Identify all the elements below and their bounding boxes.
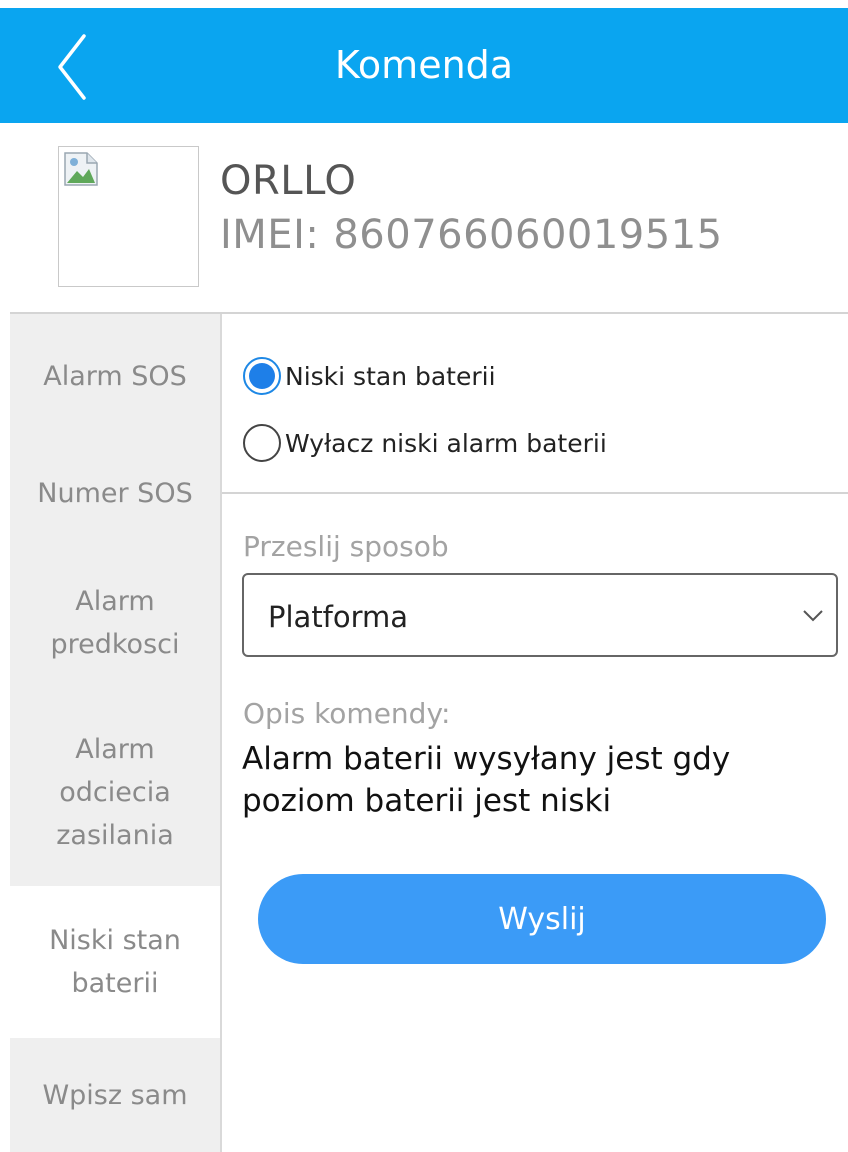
radio-unchecked-icon[interactable] [243, 424, 281, 462]
chevron-down-icon [803, 610, 823, 622]
option-label: Niski stan baterii [285, 361, 496, 391]
back-button[interactable] [48, 30, 108, 105]
sidebar-item-alarm-sos[interactable]: Alarm SOS [10, 314, 220, 438]
device-name: ORLLO [220, 158, 357, 204]
app-header: Komenda [0, 8, 848, 123]
option-label: Wyłacz niski alarm baterii [285, 428, 607, 458]
command-screen: Komenda ORLLO IMEI: 860766060019515 Alarm… [0, 0, 848, 1152]
send-method-value: Platforma [268, 600, 409, 634]
option-low-battery[interactable]: Niski stan baterii [243, 357, 496, 395]
broken-image-icon [64, 152, 98, 186]
sidebar-item-alarm-odciecia-zasilania[interactable]: Alarm odciecia zasilania [10, 698, 220, 886]
device-imei: IMEI: 860766060019515 [220, 212, 723, 258]
option-disable-low-battery-alarm[interactable]: Wyłacz niski alarm baterii [243, 424, 607, 462]
send-method-label: Przeslij sposob [243, 530, 449, 563]
send-method-select[interactable]: Platforma [242, 573, 838, 657]
status-strip [0, 0, 848, 8]
chevron-left-icon [58, 34, 86, 100]
sidebar-item-niski-stan-baterii[interactable]: Niski stan baterii [10, 886, 220, 1038]
sidebar-item-alarm-predkosci[interactable]: Alarm predkosci [10, 548, 220, 698]
imei-value: 860766060019515 [333, 212, 723, 258]
divider [222, 492, 848, 494]
command-sidebar: Alarm SOS Numer SOS Alarm predkosci Alar… [10, 314, 222, 1152]
device-image [58, 146, 199, 287]
sidebar-item-numer-sos[interactable]: Numer SOS [10, 438, 220, 548]
command-description: Alarm baterii wysyłany jest gdy poziom b… [242, 741, 731, 819]
page-title: Komenda [334, 43, 514, 87]
imei-label: IMEI: [220, 212, 320, 258]
radio-checked-icon[interactable] [243, 357, 281, 395]
sidebar-item-wpisz-sam[interactable]: Wpisz sam [10, 1038, 220, 1152]
description-label: Opis komendy: [243, 697, 451, 730]
send-button[interactable]: Wyslij [258, 874, 826, 964]
